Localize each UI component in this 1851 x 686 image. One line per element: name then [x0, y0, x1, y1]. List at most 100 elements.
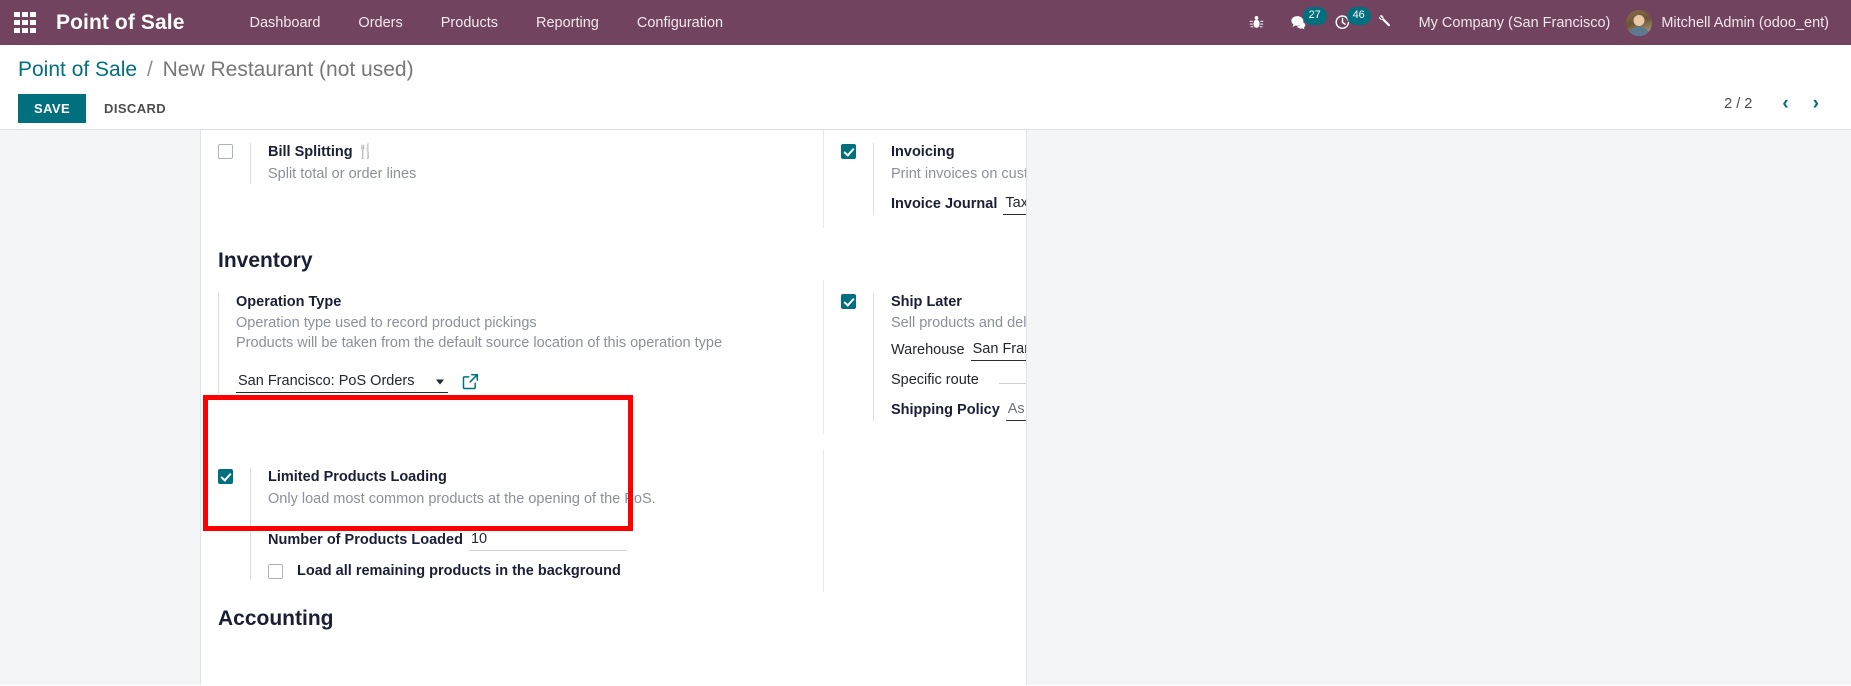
operation-type-select[interactable]: San Francisco: PoS Orders: [236, 371, 448, 393]
settings-main-panel: Bill Splitting 🍴 Split total or order li…: [201, 130, 1027, 685]
invoicing-checkbox-wrap: [841, 143, 874, 216]
bill-splitting-title: Bill Splitting 🍴: [268, 143, 823, 163]
breadcrumb-separator: /: [146, 58, 153, 81]
setting-limited-products-loading: Limited Products Loading Only load most …: [201, 450, 823, 592]
settings-col-right-3: [823, 450, 1026, 593]
settings-col-left-2: Operation Type Operation type used to re…: [201, 280, 823, 434]
settings-row-1: Bill Splitting 🍴 Split total or order li…: [201, 130, 1027, 229]
apps-grid-icon[interactable]: [14, 11, 36, 34]
menu-item-orders[interactable]: Orders: [339, 3, 421, 43]
operation-type-select-wrap: San Francisco: PoS Orders: [236, 371, 448, 393]
invoice-journal-row: Invoice Journal Tax Invoices: [891, 193, 1026, 216]
bill-splitting-body: Bill Splitting 🍴 Split total or order li…: [268, 143, 823, 184]
ship-later-checkbox-wrap: [841, 292, 874, 422]
settings-row-3: Limited Products Loading Only load most …: [201, 450, 1026, 593]
user-name-label: Mitchell Admin (odoo_ent): [1661, 14, 1829, 31]
specific-route-select-wrap: [998, 371, 1026, 389]
settings-col-left-3: Limited Products Loading Only load most …: [201, 450, 823, 592]
breadcrumb-current: New Restaurant (not used): [162, 58, 414, 81]
settings-sidebar: [0, 130, 201, 685]
settings-inner: Bill Splitting 🍴 Split total or order li…: [201, 130, 1026, 638]
menu-item-products[interactable]: Products: [422, 3, 517, 43]
specific-route-label: Specific route: [891, 372, 979, 389]
settings-col-left-1: Bill Splitting 🍴 Split total or order li…: [201, 130, 823, 228]
save-button[interactable]: SAVE: [18, 94, 87, 123]
operation-type-row: San Francisco: PoS Orders: [236, 371, 823, 393]
invoice-journal-label: Invoice Journal: [891, 196, 998, 213]
invoice-journal-select-wrap: Tax Invoices: [1003, 193, 1026, 216]
specific-route-select[interactable]: [998, 378, 1026, 385]
content-area: Bill Splitting 🍴 Split total or order li…: [0, 130, 1851, 685]
breadcrumb: Point of Sale / New Restaurant (not used…: [18, 59, 1831, 80]
background-loading-row: Load all remaining products in the backg…: [268, 563, 823, 579]
warehouse-select-wrap: San Francisco: [970, 339, 1026, 362]
shipping-policy-select[interactable]: As soon as possible: [1005, 399, 1026, 422]
settings-row-2: Operation Type Operation type used to re…: [201, 279, 1027, 435]
bill-splitting-checkbox-wrap: [218, 143, 251, 185]
setting-bill-splitting: Bill Splitting 🍴 Split total or order li…: [201, 130, 823, 197]
operation-type-desc-2: Products will be taken from the default …: [236, 335, 723, 352]
ship-later-body: Ship Later Sell products and deliver the…: [891, 293, 1027, 422]
settings-right-gutter: [1026, 130, 1851, 685]
accounting-section-heading: Accounting: [218, 607, 334, 631]
pager-next-icon[interactable]: ›: [1803, 92, 1829, 115]
warehouse-label: Warehouse: [891, 342, 965, 359]
pager-count: 2 / 2: [1724, 95, 1753, 112]
products-loaded-label: Number of Products Loaded: [268, 532, 463, 549]
breadcrumb-root[interactable]: Point of Sale: [18, 58, 137, 81]
operation-type-title: Operation Type: [236, 293, 342, 310]
invoice-journal-select[interactable]: Tax Invoices: [1003, 193, 1026, 216]
shipping-policy-row: Shipping Policy As soon as possible: [891, 399, 1026, 422]
limited-products-title: Limited Products Loading: [268, 469, 447, 486]
background-loading-label: Load all remaining products in the backg…: [297, 563, 621, 580]
settings-col-right-2: Ship Later Sell products and deliver the…: [823, 279, 1027, 435]
discard-button[interactable]: DISCARD: [92, 94, 178, 123]
record-pager: 2 / 2 ‹ ›: [1724, 92, 1829, 115]
shipping-policy-label: Shipping Policy: [891, 402, 1000, 419]
limited-products-checkbox[interactable]: [218, 469, 233, 485]
menu-item-dashboard[interactable]: Dashboard: [230, 3, 339, 43]
messages-icon[interactable]: 27: [1277, 0, 1327, 45]
ship-later-title: Ship Later: [891, 293, 962, 310]
tools-icon[interactable]: [1364, 0, 1407, 45]
operation-type-desc-1: Operation type used to record product pi…: [236, 315, 537, 332]
bug-icon[interactable]: [1236, 0, 1277, 45]
user-menu[interactable]: Mitchell Admin (odoo_ent): [1626, 9, 1833, 36]
limited-products-desc: Only load most common products at the op…: [268, 490, 656, 507]
menu-item-reporting[interactable]: Reporting: [517, 3, 618, 43]
ship-later-checkbox[interactable]: [841, 293, 856, 309]
products-loaded-input[interactable]: 10: [468, 529, 627, 552]
form-action-buttons: SAVE DISCARD: [18, 94, 1831, 123]
limited-products-checkbox-wrap: [218, 468, 251, 580]
control-panel: Point of Sale / New Restaurant (not used…: [0, 45, 1851, 130]
bill-splitting-checkbox[interactable]: [218, 144, 233, 159]
operation-type-divider: [218, 292, 219, 393]
settings-col-right-1: Invoicing Print invoices on customer req…: [823, 130, 1027, 229]
warehouse-select[interactable]: San Francisco: [970, 339, 1026, 362]
main-menu: Dashboard Orders Products Reporting Conf…: [230, 3, 742, 43]
specific-route-row: Specific route: [891, 371, 1026, 389]
limited-products-body: Limited Products Loading Only load most …: [268, 468, 823, 579]
activities-clock-icon[interactable]: 46: [1321, 0, 1371, 45]
cutlery-icon: 🍴: [356, 144, 375, 160]
navbar-systray: 27 46 My Company (San Francisco) Mitchel…: [1236, 0, 1833, 45]
bill-splitting-desc: Split total or order lines: [268, 165, 417, 182]
shipping-policy-select-wrap: As soon as possible: [1005, 399, 1026, 422]
products-loaded-row: Number of Products Loaded 10: [268, 529, 823, 552]
pager-previous-icon[interactable]: ‹: [1772, 92, 1798, 115]
invoicing-title: Invoicing: [891, 144, 955, 160]
ship-later-desc: Sell products and deliver them later.: [891, 315, 1027, 332]
warehouse-row: Warehouse San Francisco: [891, 339, 1026, 362]
top-navbar: Point of Sale Dashboard Orders Products …: [0, 0, 1851, 45]
company-switcher[interactable]: My Company (San Francisco): [1407, 15, 1627, 31]
inventory-section-heading: Inventory: [218, 249, 313, 273]
setting-ship-later: Ship Later Sell products and deliver the…: [824, 280, 1027, 434]
background-loading-checkbox[interactable]: [268, 563, 283, 579]
invoicing-body: Invoicing Print invoices on customer req…: [891, 143, 1027, 216]
invoicing-desc: Print invoices on customer request: [891, 165, 1027, 182]
app-brand-title[interactable]: Point of Sale: [56, 11, 184, 35]
external-link-icon[interactable]: [462, 373, 479, 390]
menu-item-configuration[interactable]: Configuration: [618, 3, 742, 43]
setting-operation-type: Operation Type Operation type used to re…: [201, 280, 823, 406]
invoicing-checkbox[interactable]: [841, 144, 856, 159]
